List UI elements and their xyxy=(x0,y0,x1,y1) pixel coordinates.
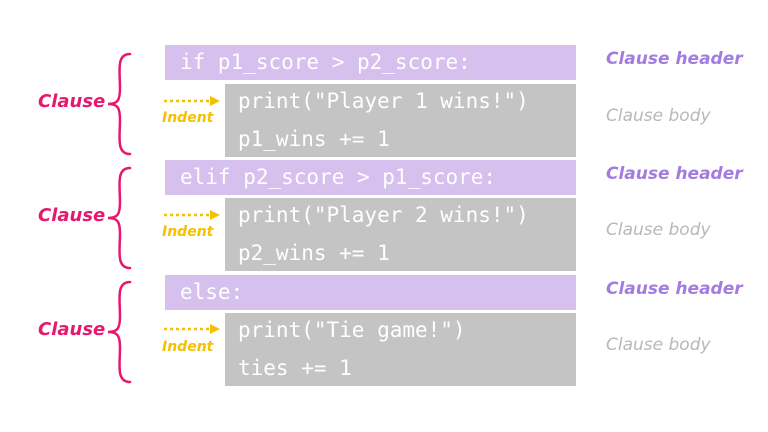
clause-label: Clause xyxy=(38,205,106,226)
clause-body-line: print("Player 1 wins!") xyxy=(238,89,529,113)
clause-header-label: Clause header xyxy=(606,279,743,299)
clause-body-label: Clause body xyxy=(606,220,711,240)
clause-label: Clause xyxy=(38,319,106,340)
clause-body-label: Clause body xyxy=(606,106,711,126)
clause-header-label: Clause header xyxy=(606,49,743,69)
clause-header-code: if p1_score > p2_score: xyxy=(180,50,471,74)
clause-brace xyxy=(107,52,132,156)
clause-body-line: ties += 1 xyxy=(238,356,352,380)
indent-arrow-icon xyxy=(164,324,220,334)
clause-body-line: p2_wins += 1 xyxy=(238,241,390,265)
indent-arrow-icon xyxy=(164,210,220,220)
indent-label: Indent xyxy=(162,224,214,240)
clause-label: Clause xyxy=(38,91,106,112)
clause-body-line: p1_wins += 1 xyxy=(238,127,390,151)
clause-brace xyxy=(107,280,132,384)
clause-header-code: elif p2_score > p1_score: xyxy=(180,165,497,189)
indent-label: Indent xyxy=(162,110,214,126)
clause-body-line: print("Player 2 wins!") xyxy=(238,203,529,227)
clause-header-label: Clause header xyxy=(606,164,743,184)
clause-brace xyxy=(107,166,132,270)
clause-body-line: print("Tie game!") xyxy=(238,318,466,342)
clause-header-code: else: xyxy=(180,280,244,304)
indent-arrow-icon xyxy=(164,96,220,106)
clause-body-label: Clause body xyxy=(606,335,711,355)
indent-label: Indent xyxy=(162,339,214,355)
